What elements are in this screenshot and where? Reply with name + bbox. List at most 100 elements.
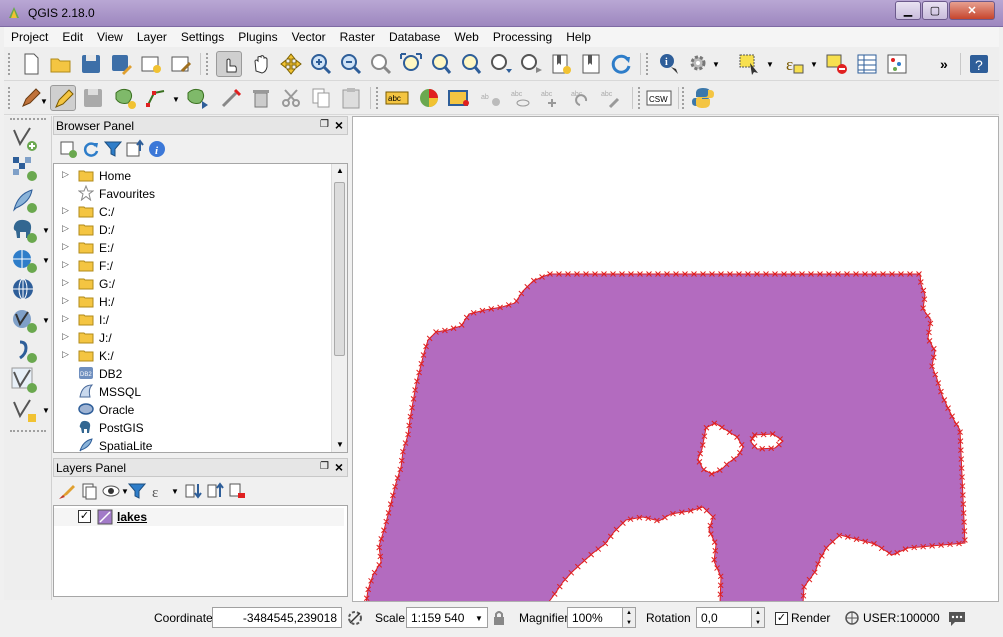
toolbar-grip[interactable] bbox=[376, 87, 379, 109]
toolbar-grip[interactable] bbox=[638, 87, 641, 109]
new-virtual-layer-button[interactable] bbox=[10, 396, 38, 424]
maximize-button[interactable]: ▢ bbox=[922, 1, 948, 20]
filter-by-expression-button[interactable]: ε bbox=[149, 481, 169, 501]
menu-edit[interactable]: Edit bbox=[55, 27, 90, 47]
change-label-button[interactable]: abc bbox=[598, 85, 624, 111]
toolbar-grip[interactable] bbox=[682, 87, 685, 109]
chevron-down-icon[interactable]: ▼ bbox=[42, 226, 50, 235]
run-feature-action-button[interactable] bbox=[686, 51, 712, 77]
chevron-down-icon[interactable]: ▼ bbox=[766, 60, 774, 69]
refresh-button[interactable] bbox=[608, 51, 634, 77]
browser-item[interactable]: Favourites bbox=[54, 184, 332, 202]
zoom-to-selection-button[interactable] bbox=[428, 51, 454, 77]
magnifier-field[interactable]: 100% bbox=[567, 607, 623, 628]
move-label-button[interactable]: abc bbox=[538, 85, 564, 111]
browser-refresh-button[interactable] bbox=[81, 139, 101, 159]
pan-map-button[interactable] bbox=[216, 51, 242, 77]
zoom-full-button[interactable] bbox=[398, 51, 424, 77]
expand-arrow-icon[interactable]: ▷ bbox=[62, 223, 69, 234]
collapse-all-layers-button[interactable] bbox=[205, 481, 225, 501]
close-button[interactable]: ✕ bbox=[949, 1, 995, 20]
save-as-button[interactable] bbox=[108, 51, 134, 77]
browser-item[interactable]: ▷ C:/ bbox=[54, 202, 332, 220]
chevron-down-icon[interactable]: ▼ bbox=[42, 316, 50, 325]
browser-item[interactable]: ▷ G:/ bbox=[54, 274, 332, 292]
render-checkbox[interactable]: ✓ bbox=[775, 612, 788, 625]
composer-manager-button[interactable] bbox=[168, 51, 194, 77]
menu-plugins[interactable]: Plugins bbox=[231, 27, 284, 47]
expand-arrow-icon[interactable]: ▷ bbox=[62, 241, 69, 252]
scrollbar-thumb[interactable] bbox=[334, 182, 345, 356]
expand-arrow-icon[interactable]: ▷ bbox=[62, 349, 69, 360]
expand-arrow-icon[interactable]: ▷ bbox=[62, 205, 69, 216]
expand-all-button[interactable] bbox=[183, 481, 203, 501]
browser-item[interactable]: ▷ H:/ bbox=[54, 292, 332, 310]
add-raster-layer-button[interactable] bbox=[10, 154, 38, 182]
browser-item[interactable]: ▷ D:/ bbox=[54, 220, 332, 238]
select-features-button[interactable] bbox=[736, 51, 762, 77]
toolbar-grip[interactable] bbox=[646, 53, 649, 75]
expand-arrow-icon[interactable]: ▷ bbox=[62, 259, 69, 270]
map-canvas[interactable] bbox=[352, 116, 999, 602]
messages-icon[interactable] bbox=[947, 609, 967, 627]
menu-help[interactable]: Help bbox=[559, 27, 598, 47]
minimize-button[interactable]: ▁ bbox=[895, 1, 921, 20]
browser-scrollbar[interactable]: ▲ ▼ bbox=[331, 164, 347, 452]
open-attribute-table-button[interactable] bbox=[854, 51, 880, 77]
deselect-features-button[interactable] bbox=[824, 51, 850, 77]
add-postgis-layer-button[interactable] bbox=[10, 216, 38, 244]
menu-vector[interactable]: Vector bbox=[285, 27, 333, 47]
add-wfs-layer-button[interactable] bbox=[10, 306, 38, 334]
add-selected-layers-button[interactable] bbox=[59, 139, 79, 159]
browser-item[interactable]: DB2 DB2 bbox=[54, 364, 332, 382]
menu-view[interactable]: View bbox=[90, 27, 130, 47]
pin-labels-button[interactable]: ab bbox=[478, 85, 504, 111]
chevron-down-icon[interactable]: ▼ bbox=[42, 406, 50, 415]
close-panel-icon[interactable]: × bbox=[335, 459, 343, 475]
close-panel-icon[interactable]: × bbox=[335, 117, 343, 133]
scroll-down-icon[interactable]: ▼ bbox=[336, 440, 344, 449]
chevron-down-icon[interactable]: ▼ bbox=[172, 95, 180, 104]
add-wcs-layer-button[interactable] bbox=[10, 276, 38, 304]
lock-icon[interactable] bbox=[492, 609, 506, 627]
filter-legend-by-map-button[interactable] bbox=[127, 481, 147, 501]
zoom-next-button[interactable] bbox=[518, 51, 544, 77]
expand-arrow-icon[interactable]: ▷ bbox=[62, 331, 69, 342]
menu-database[interactable]: Database bbox=[382, 27, 447, 47]
python-console-button[interactable] bbox=[690, 85, 716, 111]
toolbar-grip[interactable] bbox=[10, 118, 46, 121]
identify-features-button[interactable]: i bbox=[656, 51, 682, 77]
browser-item[interactable]: ▷ E:/ bbox=[54, 238, 332, 256]
delete-selected-button[interactable] bbox=[248, 85, 274, 111]
toggle-editing-button[interactable] bbox=[50, 85, 76, 111]
add-vector-layer-button[interactable] bbox=[10, 124, 38, 152]
magnifier-spinner[interactable]: ▲ ▼ bbox=[622, 607, 636, 628]
scroll-up-icon[interactable]: ▲ bbox=[336, 166, 344, 175]
add-delimited-text-button[interactable] bbox=[10, 336, 38, 364]
layer-name[interactable]: lakes bbox=[117, 510, 147, 524]
layer-labeling-button[interactable]: abc bbox=[384, 85, 410, 111]
menu-project[interactable]: Project bbox=[4, 27, 55, 47]
toolbar-grip[interactable] bbox=[8, 53, 11, 75]
float-panel-icon[interactable]: ❐ bbox=[320, 119, 329, 130]
crs-globe-icon[interactable] bbox=[844, 610, 860, 626]
csw-button[interactable]: CSW bbox=[646, 85, 672, 111]
zoom-actual-size-button[interactable] bbox=[368, 51, 394, 77]
browser-item[interactable]: ▷ F:/ bbox=[54, 256, 332, 274]
add-spatialite-layer-button[interactable] bbox=[10, 186, 38, 214]
rotation-field[interactable]: 0,0 bbox=[696, 607, 752, 628]
layer-diagram-button[interactable] bbox=[416, 85, 442, 111]
toolbar-grip[interactable] bbox=[10, 430, 46, 433]
open-styling-panel-button[interactable] bbox=[57, 481, 77, 501]
coordinate-field[interactable]: -3484545,239018 bbox=[212, 607, 342, 628]
field-calculator-button[interactable] bbox=[884, 51, 910, 77]
zoom-in-button[interactable] bbox=[308, 51, 334, 77]
add-group-button[interactable] bbox=[79, 481, 99, 501]
copy-features-button[interactable] bbox=[308, 85, 334, 111]
help-button[interactable]: ? bbox=[966, 51, 992, 77]
new-print-composer-button[interactable] bbox=[138, 51, 164, 77]
chevron-down-icon[interactable]: ▼ bbox=[42, 256, 50, 265]
browser-item[interactable]: ▷ I:/ bbox=[54, 310, 332, 328]
zoom-last-button[interactable] bbox=[488, 51, 514, 77]
layer-visibility-checkbox[interactable]: ✓ bbox=[78, 510, 91, 523]
